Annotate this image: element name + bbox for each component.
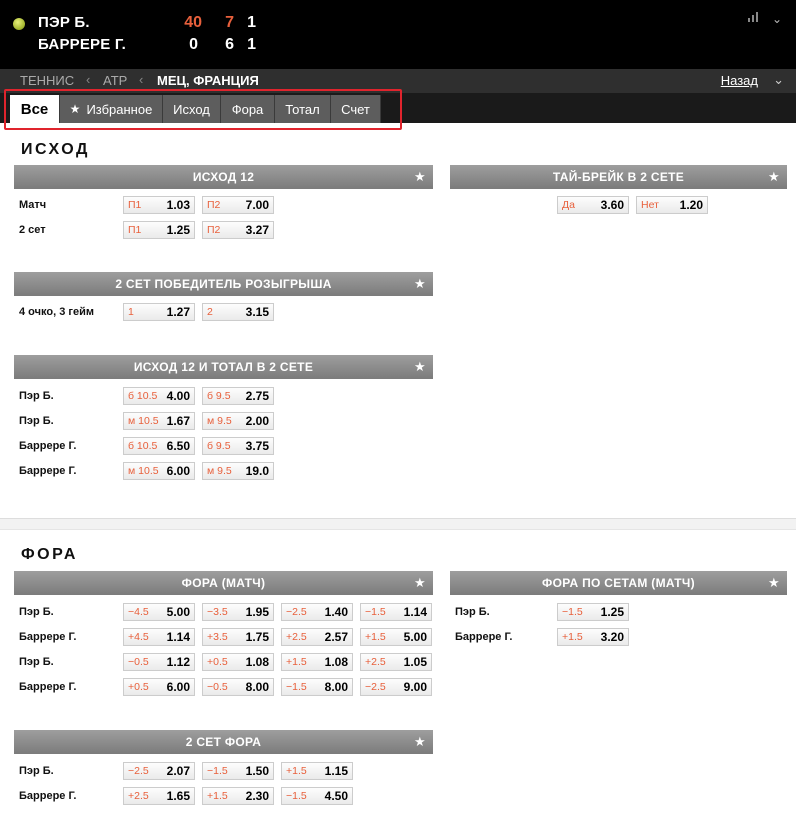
odd-button[interactable]: −1.5 8.00 xyxy=(281,678,353,696)
market-row: Да 3.60 Нет 1.20 xyxy=(450,192,787,217)
odd-button[interactable]: м 9.5 19.0 xyxy=(202,462,274,480)
bar-chart-icon[interactable] xyxy=(747,12,758,26)
market-header: 2 СЕТ ПОБЕДИТЕЛЬ РОЗЫГРЫША ★ xyxy=(14,272,433,296)
star-icon[interactable]: ★ xyxy=(768,169,780,185)
odd-button[interactable]: м 9.5 2.00 xyxy=(202,412,274,430)
odd-button[interactable]: −1.5 1.50 xyxy=(202,762,274,780)
market-row: Пэр Б. м 10.5 1.67 м 9.5 2.00 xyxy=(14,408,433,433)
section-title-handicap: ФОРА xyxy=(21,546,78,563)
market-ishod12: ИСХОД 12 ★ Матч П1 1.03 П2 7.00 2 сет П1 1.2… xyxy=(14,165,433,242)
chevron-left-icon: ‹ xyxy=(86,72,91,87)
sets-score: 1 xyxy=(247,14,256,31)
odd-button[interactable]: +4.5 1.14 xyxy=(123,628,195,646)
market-row: Пэр Б. −4.5 5.00 −3.5 1.95 −2.5 1.40 −1.5 1.… xyxy=(14,599,433,624)
chevron-left-icon: ‹ xyxy=(139,72,144,87)
market-row: 4 очко, 3 гейм 1 1.27 2 3.15 xyxy=(14,299,433,324)
player-name: БАРРЕРЕ Г. xyxy=(38,36,127,53)
odd-button[interactable]: 2 3.15 xyxy=(202,303,274,321)
odd-button[interactable]: +1.5 3.20 xyxy=(557,628,629,646)
market-row: Пэр Б. −1.5 1.25 xyxy=(450,599,787,624)
sets-score: 1 xyxy=(247,36,256,53)
market-row: 2 сет П1 1.25 П2 3.27 xyxy=(14,217,433,242)
breadcrumb-item[interactable]: ATP xyxy=(103,73,127,88)
odd-button[interactable]: −2.5 2.07 xyxy=(123,762,195,780)
odd-button[interactable]: +3.5 1.75 xyxy=(202,628,274,646)
scoreboard: ПЭР Б. 40 7 1 БАРРЕРЕ Г. 0 6 1 ⌄ xyxy=(0,0,796,69)
market-tiebreak: ТАЙ-БРЕЙК В 2 СЕТЕ ★ Да 3.60 Нет 1.20 xyxy=(450,165,787,217)
market-header: ФОРА ПО СЕТАМ (МАТЧ) ★ xyxy=(450,571,787,595)
odd-button[interactable]: б 10.5 6.50 xyxy=(123,437,195,455)
odd-button[interactable]: +1.5 1.08 xyxy=(281,653,353,671)
market-row: Баррере Г. м 10.5 6.00 м 9.5 19.0 xyxy=(14,458,433,483)
game-score: 0 xyxy=(189,36,198,53)
market-handicap-set2: 2 СЕТ ФОРА ★ Пэр Б. −2.5 2.07 −1.5 1.50 +1.… xyxy=(14,730,433,808)
star-icon[interactable]: ★ xyxy=(414,359,426,375)
game-score: 40 xyxy=(184,14,202,31)
odd-button[interactable]: Да 3.60 xyxy=(557,196,629,214)
star-icon[interactable]: ★ xyxy=(414,734,426,750)
market-row: Пэр Б. −2.5 2.07 −1.5 1.50 +1.5 1.15 xyxy=(14,758,433,783)
odd-button[interactable]: П2 7.00 xyxy=(202,196,274,214)
market-row: Матч П1 1.03 П2 7.00 xyxy=(14,192,433,217)
star-icon[interactable]: ★ xyxy=(414,276,426,292)
odd-button[interactable]: +1.5 5.00 xyxy=(360,628,432,646)
breadcrumb-current: МЕЦ, ФРАНЦИЯ xyxy=(157,73,259,88)
odd-button[interactable]: б 9.5 3.75 xyxy=(202,437,274,455)
market-header: ИСХОД 12 ★ xyxy=(14,165,433,189)
market-ishod-total: ИСХОД 12 И ТОТАЛ В 2 СЕТЕ ★ Пэр Б. б 10.5… xyxy=(14,355,433,483)
back-link[interactable]: Назад xyxy=(721,73,758,88)
odd-button[interactable]: +2.5 1.05 xyxy=(360,653,432,671)
market-handicap-sets: ФОРА ПО СЕТАМ (МАТЧ) ★ Пэр Б. −1.5 1.25 Ба… xyxy=(450,571,787,649)
player-name: ПЭР Б. xyxy=(38,14,90,31)
odd-button[interactable]: б 10.5 4.00 xyxy=(123,387,195,405)
market-row: Баррере Г. +0.5 6.00 −0.5 8.00 −1.5 8.00 −2… xyxy=(14,674,433,699)
odd-button[interactable]: Нет 1.20 xyxy=(636,196,708,214)
highlight-frame xyxy=(4,89,402,130)
market-header: ИСХОД 12 И ТОТАЛ В 2 СЕТЕ ★ xyxy=(14,355,433,379)
market-row: Пэр Б. −0.5 1.12 +0.5 1.08 +1.5 1.08 +2.5 1.… xyxy=(14,649,433,674)
market-header: ФОРА (МАТЧ) ★ xyxy=(14,571,433,595)
odd-button[interactable]: −4.5 5.00 xyxy=(123,603,195,621)
star-icon[interactable]: ★ xyxy=(414,169,426,185)
odd-button[interactable]: б 9.5 2.75 xyxy=(202,387,274,405)
odd-button[interactable]: −1.5 1.14 xyxy=(360,603,432,621)
odd-button[interactable]: П1 1.03 xyxy=(123,196,195,214)
odd-button[interactable]: −0.5 8.00 xyxy=(202,678,274,696)
odd-button[interactable]: −3.5 1.95 xyxy=(202,603,274,621)
breadcrumb-item[interactable]: ТЕННИС xyxy=(20,73,74,88)
odd-button[interactable]: −0.5 1.12 xyxy=(123,653,195,671)
market-row: Баррере Г. б 10.5 6.50 б 9.5 3.75 xyxy=(14,433,433,458)
ball-icon xyxy=(13,18,25,30)
odd-button[interactable]: +0.5 6.00 xyxy=(123,678,195,696)
market-row: Баррере Г. +4.5 1.14 +3.5 1.75 +2.5 2.57 +1… xyxy=(14,624,433,649)
odd-button[interactable]: +1.5 2.30 xyxy=(202,787,274,805)
odd-button[interactable]: −1.5 1.25 xyxy=(557,603,629,621)
odd-button[interactable]: П2 3.27 xyxy=(202,221,274,239)
market-row: Пэр Б. б 10.5 4.00 б 9.5 2.75 xyxy=(14,383,433,408)
odd-button[interactable]: −2.5 1.40 xyxy=(281,603,353,621)
odd-button[interactable]: −2.5 9.00 xyxy=(360,678,432,696)
market-row: Баррере Г. +1.5 3.20 xyxy=(450,624,787,649)
star-icon[interactable]: ★ xyxy=(768,575,780,591)
market-header: 2 СЕТ ФОРА ★ xyxy=(14,730,433,754)
star-icon[interactable]: ★ xyxy=(414,575,426,591)
chevron-down-icon[interactable]: ⌄ xyxy=(773,72,784,88)
odd-button[interactable]: П1 1.25 xyxy=(123,221,195,239)
market-handicap-match: ФОРА (МАТЧ) ★ Пэр Б. −4.5 5.00 −3.5 1.95 −2… xyxy=(14,571,433,699)
odd-button[interactable]: +2.5 2.57 xyxy=(281,628,353,646)
market-point-winner: 2 СЕТ ПОБЕДИТЕЛЬ РОЗЫГРЫША ★ 4 очко, 3 ге… xyxy=(14,272,433,324)
market-header: ТАЙ-БРЕЙК В 2 СЕТЕ ★ xyxy=(450,165,787,189)
odd-button[interactable]: м 10.5 6.00 xyxy=(123,462,195,480)
odd-button[interactable]: 1 1.27 xyxy=(123,303,195,321)
chevron-down-icon[interactable]: ⌄ xyxy=(772,12,782,26)
market-row: Баррере Г. +2.5 1.65 +1.5 2.30 −1.5 4.50 xyxy=(14,783,433,808)
odd-button[interactable]: м 10.5 1.67 xyxy=(123,412,195,430)
odd-button[interactable]: +0.5 1.08 xyxy=(202,653,274,671)
odd-button[interactable]: +1.5 1.15 xyxy=(281,762,353,780)
section-title-outcome: ИСХОД xyxy=(21,141,90,158)
odd-button[interactable]: −1.5 4.50 xyxy=(281,787,353,805)
section-divider xyxy=(0,518,796,530)
odd-button[interactable]: +2.5 1.65 xyxy=(123,787,195,805)
